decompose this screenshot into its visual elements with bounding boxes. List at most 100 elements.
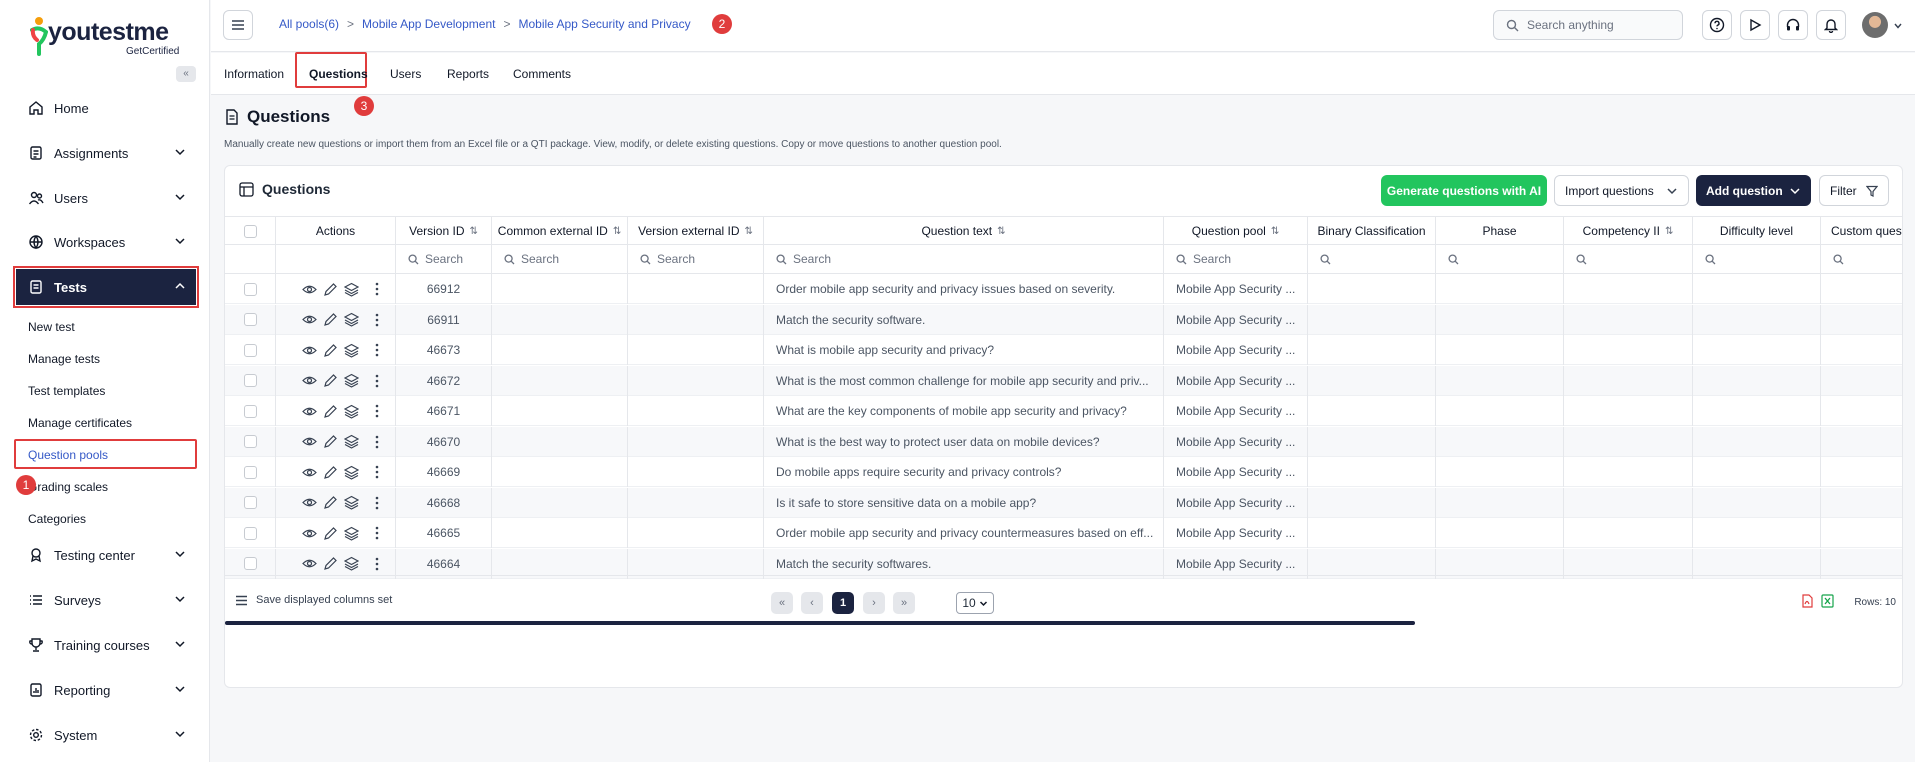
col-version-external-id[interactable]: Version external ID ⇅ — [628, 217, 764, 245]
sort-icon[interactable]: ⇅ — [613, 226, 621, 237]
nav-training-courses[interactable]: Training courses — [16, 627, 196, 663]
sort-icon[interactable]: ⇅ — [997, 226, 1005, 237]
filter-button[interactable]: Filter — [1819, 175, 1889, 206]
row-checkbox[interactable] — [243, 404, 257, 418]
layers-icon[interactable] — [344, 404, 359, 419]
eye-icon[interactable] — [302, 312, 317, 327]
eye-icon[interactable] — [302, 495, 317, 510]
brand-logo[interactable]: youtestme GetCertified — [30, 16, 180, 58]
col-phase[interactable]: Phase — [1436, 217, 1564, 245]
nav-assignments[interactable]: Assignments — [16, 135, 196, 171]
generate-ai-button[interactable]: Generate questions with AI — [1381, 175, 1547, 206]
col-difficulty-level[interactable]: Difficulty level — [1693, 217, 1821, 245]
more-options-icon[interactable] — [375, 374, 379, 388]
add-question-button[interactable]: Add question — [1696, 175, 1811, 206]
sub-categories[interactable]: Categories — [28, 512, 86, 526]
more-options-icon[interactable] — [375, 526, 379, 540]
tab-comments[interactable]: Comments — [513, 67, 571, 81]
more-options-icon[interactable] — [375, 465, 379, 479]
nav-tests[interactable]: Tests — [13, 266, 199, 308]
import-questions-button[interactable]: Import questions — [1554, 175, 1689, 206]
col-binary-classification[interactable]: Binary Classification — [1308, 217, 1436, 245]
tab-information[interactable]: Information — [224, 67, 284, 81]
nav-workspaces[interactable]: Workspaces — [16, 224, 196, 260]
layers-icon[interactable] — [344, 282, 359, 297]
table-row[interactable]: 46665 Order mobile app security and priva… — [225, 518, 1902, 548]
play-button[interactable] — [1740, 10, 1770, 40]
col-question-text[interactable]: Question text ⇅ — [764, 217, 1164, 245]
table-row[interactable]: 66911 Match the security software. Mobile … — [225, 304, 1902, 335]
eye-icon[interactable] — [302, 434, 317, 449]
row-checkbox[interactable] — [243, 496, 257, 509]
eye-icon[interactable] — [302, 465, 317, 480]
sub-test-templates[interactable]: Test templates — [28, 384, 105, 398]
version-id-search-input[interactable]: Search — [396, 245, 492, 273]
tab-reports[interactable]: Reports — [447, 67, 489, 81]
eye-icon[interactable] — [302, 404, 317, 419]
next-page-button[interactable]: › — [863, 592, 885, 614]
sort-icon[interactable]: ⇅ — [469, 226, 477, 237]
breadcrumb-all-pools[interactable]: All pools(6) — [279, 17, 339, 31]
question-pool-search-input[interactable]: Search — [1164, 245, 1308, 273]
table-row[interactable]: 46672 What is the most common challenge f… — [225, 365, 1902, 396]
pencil-icon[interactable] — [323, 282, 338, 297]
sort-icon[interactable]: ⇅ — [1271, 226, 1279, 237]
phase-search-input[interactable] — [1436, 245, 1564, 273]
row-checkbox[interactable] — [243, 313, 257, 326]
layers-icon[interactable] — [344, 434, 359, 449]
difficulty-search-input[interactable] — [1693, 245, 1821, 273]
competency-search-input[interactable] — [1564, 245, 1693, 273]
eye-icon[interactable] — [302, 282, 317, 297]
tab-users[interactable]: Users — [390, 67, 421, 81]
pencil-icon[interactable] — [323, 495, 338, 510]
eye-icon[interactable] — [302, 526, 317, 541]
more-options-icon[interactable] — [375, 404, 379, 418]
export-excel-icon[interactable] — [1821, 594, 1834, 608]
current-page-button[interactable]: 1 — [832, 592, 854, 614]
prev-page-button[interactable]: ‹ — [801, 592, 823, 614]
table-row[interactable]: 66912 Order mobile app security and priva… — [225, 274, 1902, 304]
sort-icon[interactable]: ⇅ — [1665, 226, 1673, 237]
table-row[interactable]: 46668 Is it safe to store sensitive data … — [225, 487, 1902, 518]
pencil-icon[interactable] — [323, 465, 338, 480]
export-pdf-icon[interactable] — [1801, 594, 1813, 608]
nav-home[interactable]: Home — [16, 90, 196, 126]
layers-icon[interactable] — [344, 343, 359, 358]
nav-surveys[interactable]: Surveys — [16, 582, 196, 618]
global-search-input[interactable]: Search anything — [1493, 10, 1683, 40]
menu-toggle-button[interactable] — [223, 10, 253, 40]
sub-manage-tests[interactable]: Manage tests — [28, 352, 100, 366]
first-page-button[interactable]: « — [771, 592, 793, 614]
nav-system[interactable]: System — [16, 717, 196, 753]
row-checkbox[interactable] — [243, 343, 257, 357]
pencil-icon[interactable] — [323, 343, 338, 358]
eye-icon[interactable] — [302, 373, 317, 388]
col-question-pool[interactable]: Question pool ⇅ — [1164, 217, 1308, 245]
table-row[interactable]: 46669 Do mobile apps require security and… — [225, 457, 1902, 487]
table-row[interactable]: 46671 What are the key components of mobi… — [225, 396, 1902, 426]
save-columns-button[interactable]: Save displayed columns set — [235, 594, 392, 606]
page-size-select[interactable]: 10 — [956, 592, 994, 614]
more-options-icon[interactable] — [375, 343, 379, 357]
help-button[interactable] — [1702, 10, 1732, 40]
pencil-icon[interactable] — [323, 312, 338, 327]
nav-users[interactable]: Users — [16, 180, 196, 216]
sort-icon[interactable]: ⇅ — [745, 226, 753, 237]
custom-question-search-input[interactable] — [1821, 245, 1902, 273]
layers-icon[interactable] — [344, 556, 359, 571]
more-options-icon[interactable] — [375, 282, 379, 296]
table-row[interactable]: 46670 What is the best way to protect use… — [225, 426, 1902, 457]
row-checkbox[interactable] — [243, 557, 257, 570]
layers-icon[interactable] — [344, 465, 359, 480]
col-common-external-id[interactable]: Common external ID ⇅ — [492, 217, 628, 245]
row-checkbox[interactable] — [243, 526, 257, 540]
pencil-icon[interactable] — [323, 404, 338, 419]
notifications-button[interactable] — [1816, 10, 1846, 40]
table-row[interactable]: 46664 Match the security softwares. Mobile… — [225, 548, 1902, 579]
common-external-id-search-input[interactable]: Search — [492, 245, 628, 273]
layers-icon[interactable] — [344, 495, 359, 510]
breadcrumb-mobile-app-development[interactable]: Mobile App Development — [362, 17, 495, 31]
layers-icon[interactable] — [344, 526, 359, 541]
support-button[interactable] — [1778, 10, 1808, 40]
sub-grading-scales[interactable]: Grading scales — [28, 480, 108, 494]
